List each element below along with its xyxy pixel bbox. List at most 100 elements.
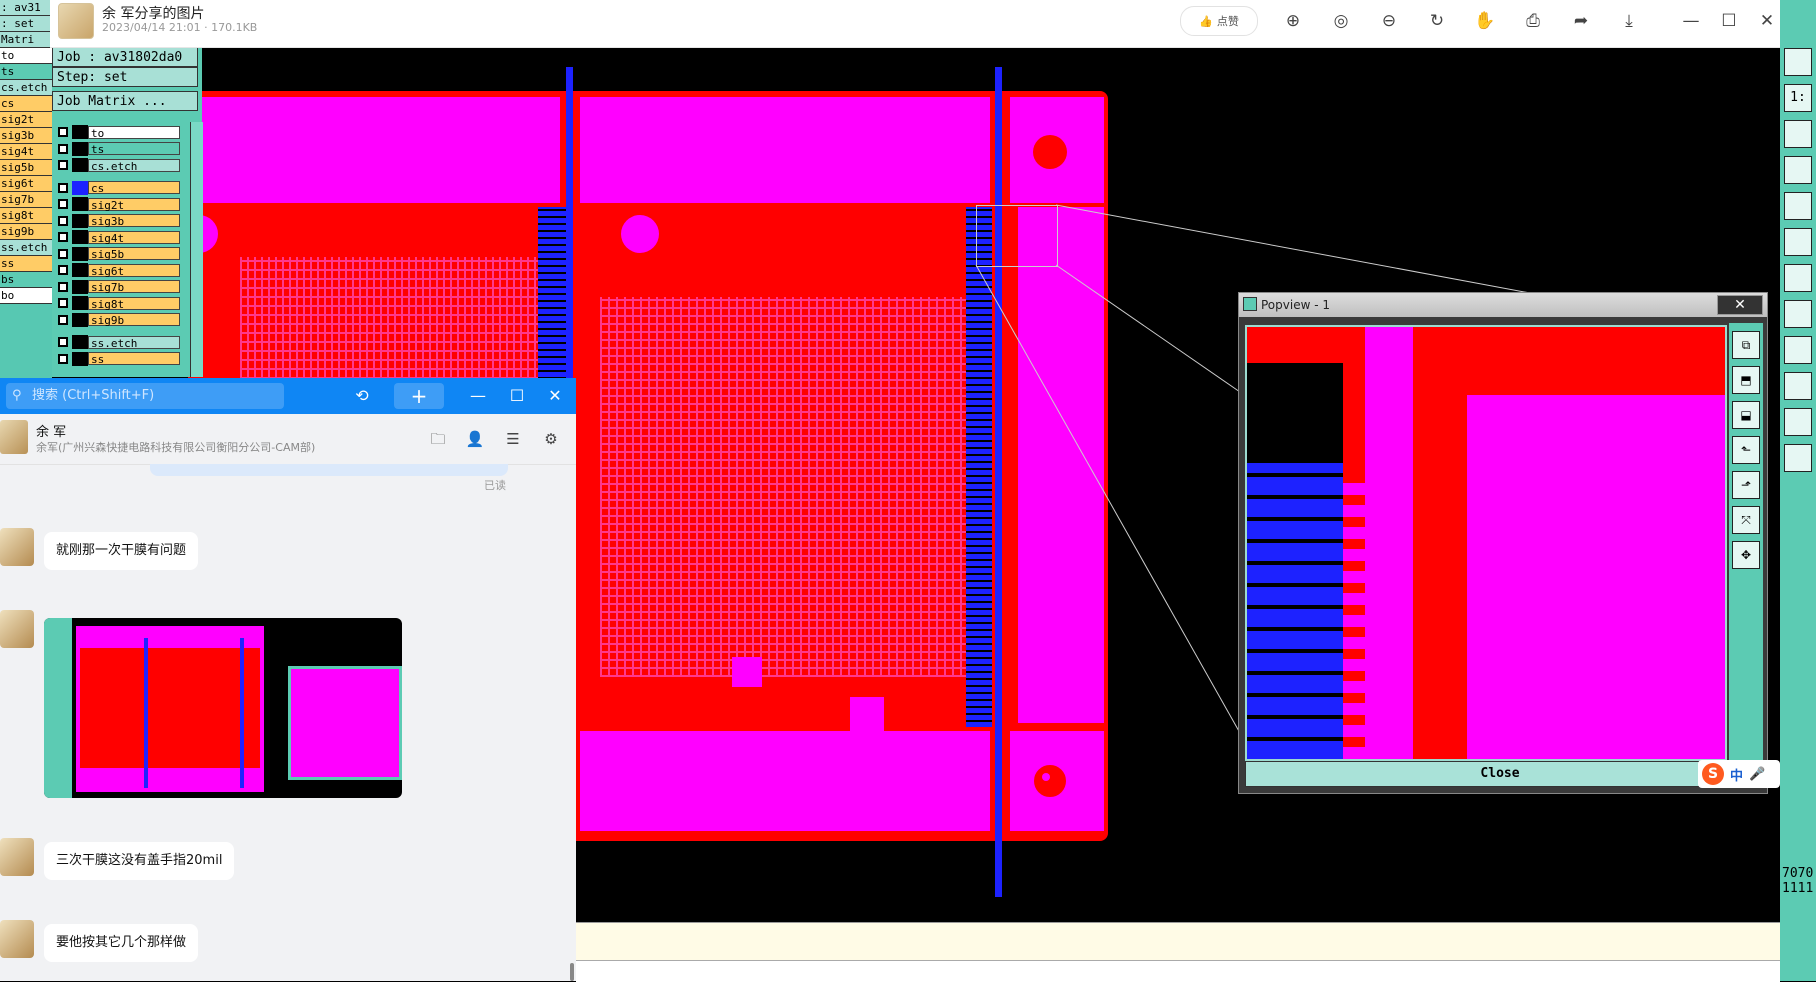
coordinate-digits: 7070 1111: [1782, 866, 1816, 896]
layer-checkbox[interactable]: [58, 248, 68, 259]
layer-checkbox[interactable]: [58, 353, 68, 364]
message-avatar[interactable]: [0, 920, 34, 958]
layer-row[interactable]: sig2t: [56, 197, 180, 212]
search-icon: ⚲: [12, 388, 22, 403]
close-icon[interactable]: ✕: [1756, 10, 1778, 32]
chat-maximize-icon[interactable]: ☐: [505, 384, 529, 408]
popview-tool-icon[interactable]: ⤧: [1732, 506, 1760, 534]
layer-row[interactable]: sig3b: [56, 213, 180, 228]
shared-image-thumbnail[interactable]: [44, 618, 402, 798]
popview-tool-icon[interactable]: ⬑: [1732, 436, 1760, 464]
cam-tool-button[interactable]: [1784, 408, 1812, 436]
layer-checkbox[interactable]: [58, 215, 68, 226]
layer-row[interactable]: sig6t: [56, 263, 180, 278]
layer-name: sig5b: [88, 247, 180, 261]
print-icon[interactable]: ⎙: [1522, 10, 1544, 32]
message-avatar[interactable]: [0, 610, 34, 648]
cam-tool-button[interactable]: [1784, 48, 1812, 76]
cam-tool-button[interactable]: [1784, 264, 1812, 292]
layer-name: sig3b: [88, 214, 180, 228]
cam-tool-button[interactable]: 1:: [1784, 84, 1812, 112]
layer-checkbox[interactable]: [58, 337, 68, 347]
layer-row[interactable]: cs.etch: [56, 158, 180, 173]
cam-tool-button[interactable]: [1784, 372, 1812, 400]
cam-tool-button[interactable]: [1784, 300, 1812, 328]
zoom-out-icon[interactable]: ⊖: [1378, 10, 1400, 32]
layer-row[interactable]: ts: [56, 141, 180, 156]
popview-tool-icon[interactable]: ⬏: [1732, 471, 1760, 499]
chat-minimize-icon[interactable]: —: [466, 384, 490, 408]
popview-tool-icon[interactable]: ✥: [1732, 541, 1760, 569]
layer-row[interactable]: sig8t: [56, 296, 180, 311]
pop-finger-tips: [1343, 477, 1365, 759]
cam-tool-button[interactable]: [1784, 120, 1812, 148]
layer-checkbox[interactable]: [58, 127, 68, 137]
zoom-in-icon[interactable]: ⊕: [1282, 10, 1304, 32]
chat-scrollbar[interactable]: [570, 963, 574, 981]
message-avatar[interactable]: [0, 838, 34, 876]
layer-checkbox[interactable]: [58, 298, 68, 308]
contact-avatar[interactable]: [0, 420, 28, 454]
layer-color-swatch: [72, 180, 88, 195]
rotate-icon[interactable]: ↻: [1426, 10, 1448, 32]
share-icon[interactable]: ➦: [1570, 10, 1592, 32]
microphone-icon[interactable]: 🎤: [1749, 767, 1765, 782]
layer-row[interactable]: ss: [56, 351, 180, 366]
folder-icon[interactable]: 🗀: [427, 428, 449, 450]
layer-row[interactable]: sig4t: [56, 230, 180, 245]
original-size-icon[interactable]: ◎: [1330, 10, 1352, 32]
layer-color-swatch: [72, 141, 88, 156]
add-button[interactable]: +: [394, 383, 444, 409]
layer-checkbox[interactable]: [58, 281, 68, 292]
layer-checkbox[interactable]: [58, 182, 68, 193]
like-button[interactable]: 👍 点赞: [1180, 6, 1258, 36]
layer-name: sig2t: [88, 197, 180, 212]
cam-tool-button[interactable]: [1784, 336, 1812, 364]
popview-tool-icon[interactable]: ⬓: [1732, 401, 1760, 429]
popview-tool-icon[interactable]: ⬒: [1732, 366, 1760, 394]
popview-canvas[interactable]: [1245, 325, 1727, 761]
download-icon[interactable]: ⤓: [1618, 10, 1640, 32]
layer-checkbox[interactable]: [58, 143, 68, 154]
job-matrix-button[interactable]: Job Matrix ...: [52, 91, 198, 111]
add-contact-icon[interactable]: 👤: [464, 428, 486, 450]
popview-toolbar: ⧉ ⬒ ⬓ ⬑ ⬏ ⤧ ✥: [1729, 323, 1763, 763]
layer-row[interactable]: ss.etch: [56, 335, 180, 350]
maximize-icon[interactable]: ☐: [1718, 10, 1740, 32]
cam-tool-button[interactable]: [1784, 192, 1812, 220]
popview-tool-icon[interactable]: ⧉: [1732, 331, 1760, 359]
layer-row[interactable]: cs: [56, 180, 180, 195]
layer-color-swatch: [72, 197, 88, 211]
layer-row[interactable]: sig7b: [56, 279, 180, 294]
layer-row[interactable]: to: [56, 125, 180, 140]
chat-header: 余 军 余军(广州兴森快捷电路科技有限公司衡阳分公司-CAM部) 🗀 👤 ☰ ⚙: [0, 414, 576, 465]
layer-checkbox[interactable]: [58, 199, 68, 209]
layer-checkbox[interactable]: [58, 314, 68, 325]
hand-icon[interactable]: ✋: [1474, 10, 1496, 32]
cam-tool-button[interactable]: [1784, 156, 1812, 184]
search-history-icon[interactable]: ☰: [502, 428, 524, 450]
chat-search-input[interactable]: 搜索 (Ctrl+Shift+F): [6, 383, 284, 409]
popview-close-button[interactable]: Close: [1245, 761, 1755, 787]
message-avatar[interactable]: [0, 528, 34, 566]
thumb-popview: [288, 666, 402, 780]
settings-icon[interactable]: ⚙: [540, 428, 562, 450]
layer-checkbox[interactable]: [58, 265, 68, 275]
layer-name: sig7b: [88, 280, 180, 294]
left-cam-window: : av31: set Matri to ts cs.etch cs sig2t sig3b s…: [0, 0, 52, 380]
cam-tool-button[interactable]: [1784, 228, 1812, 256]
chat-close-icon[interactable]: ✕: [543, 384, 567, 408]
layer-row[interactable]: sig9b: [56, 312, 180, 327]
history-icon[interactable]: ⟲: [350, 384, 374, 408]
popview-close-icon[interactable]: ✕: [1717, 295, 1763, 315]
ime-indicator[interactable]: S 中 🎤: [1698, 760, 1780, 788]
layer-checkbox[interactable]: [58, 232, 68, 242]
layer-list-scrollbar[interactable]: [190, 122, 203, 377]
layer-color-swatch: [72, 296, 88, 310]
cam-tool-button[interactable]: [1784, 444, 1812, 472]
minimize-icon[interactable]: —: [1680, 10, 1702, 32]
thumb-cam-panel: [44, 618, 72, 798]
layer-row[interactable]: sig5b: [56, 246, 180, 261]
contact-name: 余 军: [36, 425, 67, 440]
layer-checkbox[interactable]: [58, 160, 68, 170]
